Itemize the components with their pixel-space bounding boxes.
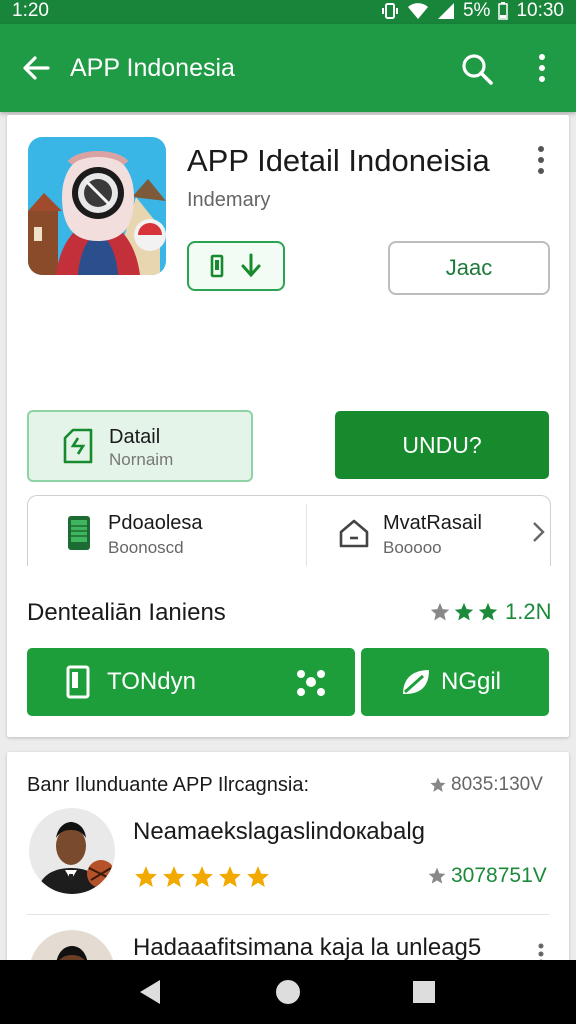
detail-doc-icon: [63, 428, 93, 464]
reviews-header-summary: 8035:130V: [429, 774, 543, 796]
nav-recents-icon[interactable]: [412, 980, 436, 1004]
secondary-button[interactable]: Jaac: [388, 241, 550, 295]
info-title-1: Pdoaolesa: [108, 512, 203, 534]
phone-icon: [66, 665, 90, 699]
rating-title: Dentealiān Ianiens: [27, 599, 226, 626]
status-time-left: 1:20: [12, 0, 49, 21]
reviewer-score-value: 3078751V: [451, 864, 547, 887]
star-gray-icon: [430, 602, 450, 621]
star-icon: [247, 866, 269, 887]
signal-icon: [437, 3, 454, 19]
app-title: APP Idetail Indoneisia: [187, 143, 490, 178]
wifi-icon: [407, 3, 428, 19]
download-arrow-icon: [241, 253, 261, 278]
star-icon: [191, 866, 213, 887]
star-gray-icon: [430, 777, 446, 792]
rating-value: 1.2N: [505, 599, 552, 624]
home-icon[interactable]: [338, 518, 370, 548]
app-icon[interactable]: [28, 137, 166, 275]
detail-button-subtitle: Nornaim: [109, 450, 174, 469]
card-overflow-icon[interactable]: [533, 145, 549, 175]
info-subtitle-1: Boonoscd: [108, 538, 184, 557]
reviews-header-value: 8035:130V: [451, 774, 543, 795]
status-bar: 1:20 5% 10:30: [0, 0, 576, 24]
install-toggle-button[interactable]: [187, 241, 285, 291]
star-gray-icon: [428, 867, 446, 884]
battery-text: 5%: [462, 0, 491, 21]
share-nodes-icon: [297, 670, 325, 696]
back-arrow-icon[interactable]: [20, 52, 52, 84]
nav-home-icon[interactable]: [274, 978, 302, 1006]
battery-icon: [498, 2, 509, 20]
ngqil-button[interactable]: NGgil: [361, 648, 549, 716]
reviewer-rating: [133, 864, 271, 890]
detail-button[interactable]: Datail Nornaim: [27, 410, 253, 482]
app-detail-card: APP Idetail Indoneisia Indemary Jaac Dat…: [7, 115, 569, 737]
system-nav-bar: [0, 960, 576, 1024]
rating-summary: 1.2N: [429, 599, 551, 625]
device-info-icon[interactable]: [66, 514, 92, 552]
detail-button-title: Datail: [109, 426, 161, 448]
reviewer-name: Hadaaafitsimana kaja la unleag5: [133, 934, 482, 961]
star-green-icon: [454, 602, 474, 621]
status-time-right: 10:30: [516, 0, 564, 21]
search-icon[interactable]: [460, 52, 494, 86]
info-title-2: MvatRasail: [383, 512, 482, 534]
avatar[interactable]: [29, 808, 115, 894]
star-green-icon: [478, 602, 498, 621]
status-icons: 5% 10:30: [381, 0, 564, 22]
reviews-card: Banr Ilunduante APP Ilrcagnsia: 8035:130…: [7, 752, 569, 1016]
reviewer-score: 3078751V: [427, 864, 547, 888]
star-icon: [135, 866, 157, 887]
info-divider: [306, 504, 307, 566]
app-bar: APP Indonesia: [0, 24, 576, 112]
download-button[interactable]: UNDU?: [335, 411, 549, 479]
reviews-header: Banr Ilunduante APP Ilrcagnsia:: [27, 774, 310, 796]
tondyn-button[interactable]: TONdyn: [27, 648, 355, 716]
tondyn-label: TONdyn: [107, 668, 196, 695]
reviewer-name: Neamaekslagaslindoкabalg: [133, 818, 426, 845]
overflow-menu-icon[interactable]: [530, 52, 554, 84]
leaf-icon: [403, 670, 429, 694]
star-icon: [219, 866, 241, 887]
star-icon: [163, 866, 185, 887]
review-divider: [27, 914, 549, 915]
ngqil-label: NGgil: [441, 668, 502, 695]
chevron-right-icon[interactable]: [530, 520, 546, 544]
info-row: Pdoaolesa Boonoscd MvatRasail Booooo: [27, 495, 551, 566]
info-subtitle-2: Booooo: [383, 538, 442, 557]
phone-icon: [210, 254, 224, 278]
app-developer[interactable]: Indemary: [187, 189, 270, 212]
nav-back-icon[interactable]: [136, 978, 162, 1006]
vibrate-icon: [381, 3, 398, 19]
app-bar-title: APP Indonesia: [70, 54, 235, 82]
